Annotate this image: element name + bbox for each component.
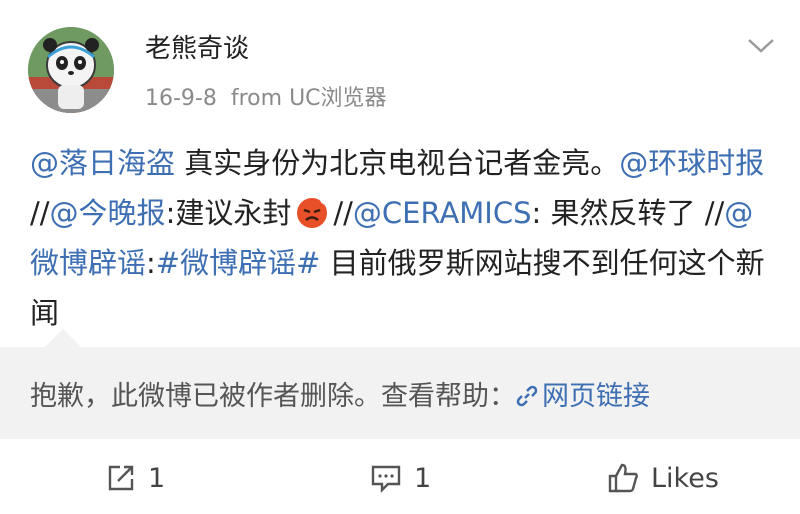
web-link-label: 网页链接 [542, 381, 650, 412]
deleted-repost-box: 抱歉，此微博已被作者删除。查看帮助： 网页链接 [0, 329, 800, 439]
mention-link[interactable]: @CERAMICS [353, 196, 532, 230]
post-content: @落日海盗 真实身份为北京电视台记者金亮。@环球时报 //@今晚报:建议永封//… [30, 138, 775, 338]
comment-icon [371, 465, 401, 493]
repost-icon [108, 465, 134, 491]
hashtag-link[interactable]: #微博辟谣# [156, 246, 321, 280]
like-button[interactable]: Likes [607, 460, 719, 496]
post-text: :建议永封 [165, 196, 292, 230]
post-date: 16-9-8 [145, 86, 217, 111]
repost-notch [45, 329, 81, 347]
repost-count: 1 [148, 462, 166, 494]
mention-link[interactable]: @落日海盗 [30, 146, 175, 180]
repost-button[interactable]: 1 [106, 460, 165, 496]
comment-button[interactable]: 1 [370, 460, 431, 496]
panda-mascot-image [28, 27, 114, 113]
post-text: // [333, 196, 353, 230]
like-label: Likes [651, 462, 719, 494]
comment-count: 1 [414, 462, 432, 494]
post-text: // [30, 196, 50, 230]
angry-emoji-icon [297, 196, 328, 228]
link-icon [516, 385, 538, 407]
web-link[interactable]: 网页链接 [516, 381, 650, 412]
mention-link[interactable]: @今晚报 [50, 196, 166, 230]
post-source: from UC浏览器 [230, 86, 387, 111]
thumbs-up-icon [608, 463, 638, 493]
post-text: : 果然反转了 // [531, 196, 725, 230]
deleted-notice: 抱歉，此微博已被作者删除。查看帮助： 网页链接 [30, 374, 650, 413]
mention-link[interactable]: @环球时报 [619, 146, 764, 180]
post-header: 老熊奇谈 16-9-8 from UC浏览器 [0, 0, 800, 130]
avatar[interactable] [28, 27, 114, 113]
chevron-down-icon[interactable] [744, 30, 778, 60]
action-bar: 1 1 Likes [0, 440, 800, 514]
post-meta: 16-9-8 from UC浏览器 [145, 80, 387, 112]
username[interactable]: 老熊奇谈 [145, 28, 249, 65]
deleted-text: 抱歉，此微博已被作者删除。查看帮助： [30, 381, 516, 412]
post-text: 真实身份为北京电视台记者金亮。 [175, 146, 620, 180]
post-text: : [146, 246, 156, 280]
